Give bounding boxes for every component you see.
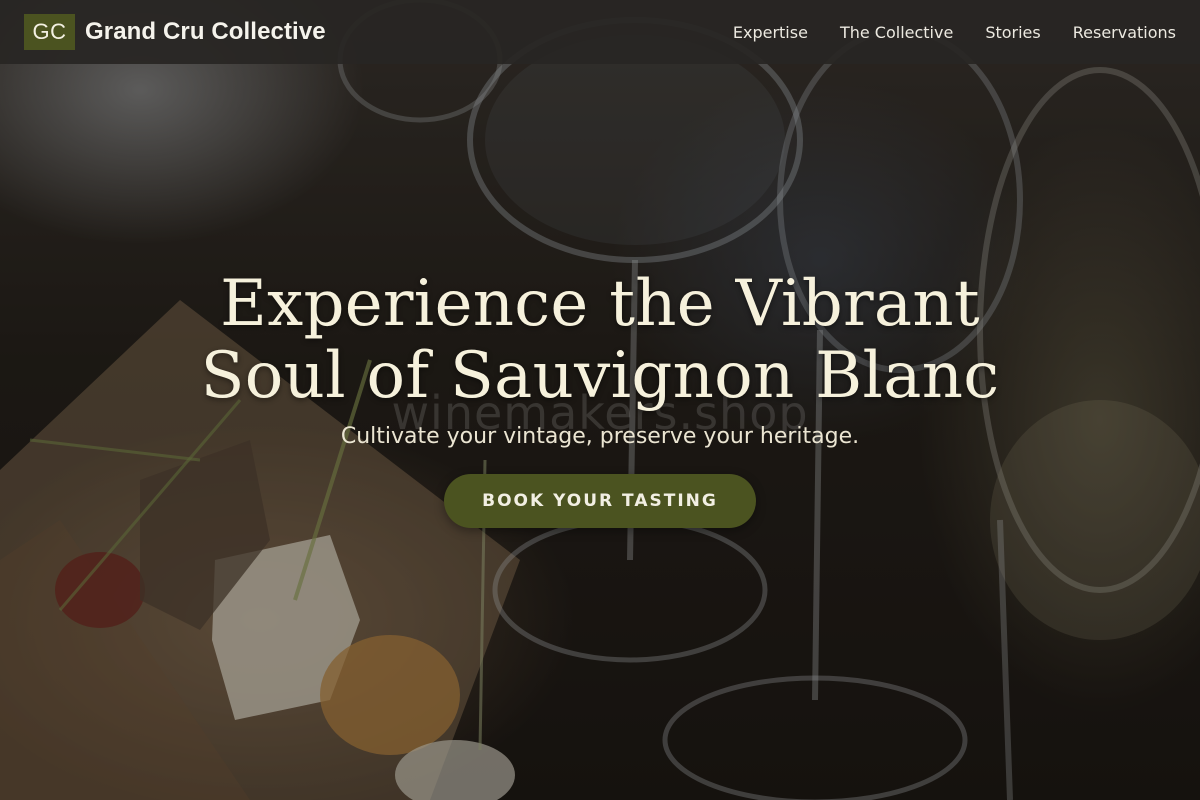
hero-title: Experience the Vibrant Soul of Sauvignon… <box>150 268 1050 412</box>
hero-title-line-2: Soul of Sauvignon Blanc <box>200 339 1000 413</box>
nav-link-expertise[interactable]: Expertise <box>733 23 808 42</box>
navbar: GC Grand Cru Collective Expertise The Co… <box>0 0 1200 64</box>
nav-link-the-collective[interactable]: The Collective <box>840 23 953 42</box>
hero-section: winemakers.shop Experience the Vibrant S… <box>0 268 1200 528</box>
page: GC Grand Cru Collective Expertise The Co… <box>0 0 1200 800</box>
book-tasting-button[interactable]: BOOK YOUR TASTING <box>444 474 756 528</box>
nav-link-reservations[interactable]: Reservations <box>1073 23 1176 42</box>
nav-link-stories[interactable]: Stories <box>985 23 1040 42</box>
brand-logo: GC <box>24 14 75 50</box>
brand-name: Grand Cru Collective <box>85 18 326 45</box>
brand-home-link[interactable]: GC Grand Cru Collective <box>24 14 326 50</box>
nav-links: Expertise The Collective Stories Reserva… <box>701 23 1176 42</box>
hero-subtitle: Cultivate your vintage, preserve your he… <box>340 424 860 449</box>
hero-title-line-1: Experience the Vibrant <box>220 267 980 341</box>
